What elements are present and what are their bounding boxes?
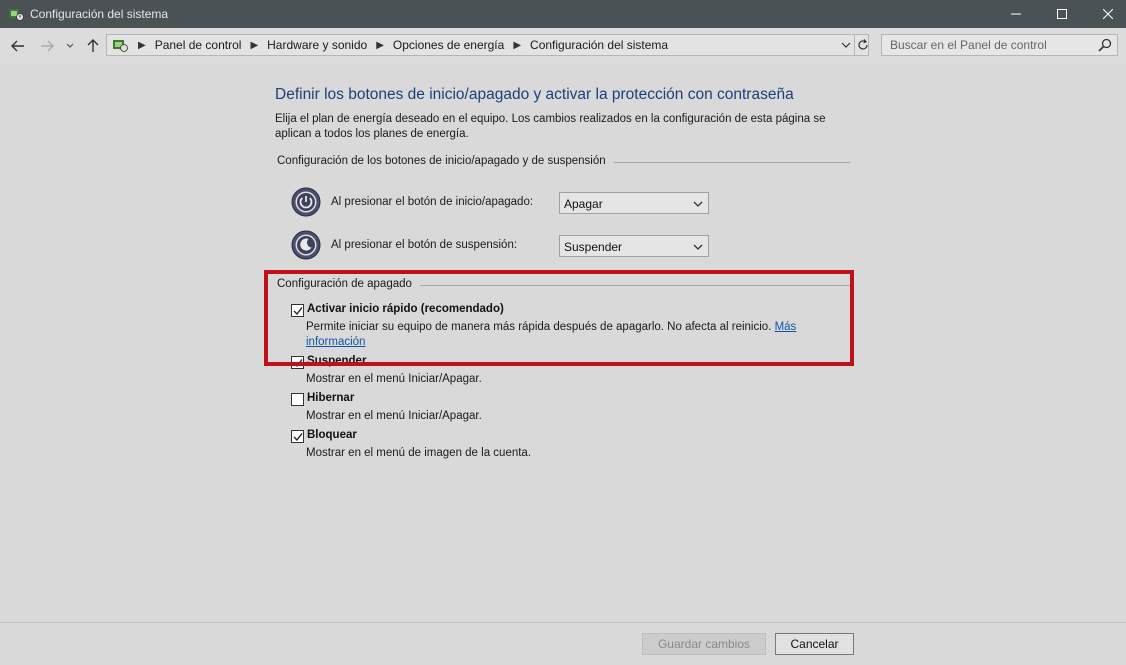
buttons-group-title: Configuración de los botones de inicio/a… (277, 155, 614, 167)
refresh-icon (857, 39, 868, 50)
search-box[interactable] (881, 34, 1118, 56)
sleep-menu-description: Mostrar en el menú Iniciar/Apagar. (306, 373, 482, 385)
breadcrumb-power-options[interactable]: Opciones de energía (393, 38, 504, 52)
control-panel-icon (113, 40, 128, 52)
fast-startup-checkbox[interactable] (291, 304, 304, 317)
search-icon[interactable] (1098, 38, 1112, 52)
chevron-down-icon (693, 244, 703, 250)
sleep-menu-label[interactable]: Suspender (307, 355, 366, 367)
footer-divider (0, 622, 1126, 623)
recent-locations-button[interactable] (63, 37, 77, 55)
lock-menu-checkbox[interactable] (291, 430, 304, 443)
sleep-button-action-select[interactable]: Suspender (559, 235, 709, 257)
shutdown-group-title: Configuración de apagado (277, 278, 420, 290)
more-info-link[interactable]: Más (775, 321, 797, 333)
fast-startup-label[interactable]: Activar inicio rápido (recomendado) (307, 303, 504, 315)
back-arrow-icon (11, 40, 24, 52)
fast-startup-description-text: Permite iniciar su equipo de manera más … (306, 321, 772, 333)
breadcrumb-separator-icon: ▶ (250, 39, 259, 51)
up-arrow-icon (87, 39, 99, 52)
checkmark-icon (293, 359, 303, 368)
sleep-menu-checkbox[interactable] (291, 356, 304, 369)
page-description: Elija el plan de energía deseado en el e… (275, 113, 826, 140)
lock-menu-description: Mostrar en el menú de imagen de la cuent… (306, 447, 532, 459)
minimize-icon (1011, 13, 1021, 15)
fast-startup-description-link-line: información (306, 335, 365, 350)
chevron-down-icon (693, 201, 703, 207)
forward-arrow-icon (41, 40, 54, 52)
lock-menu-label[interactable]: Bloquear (307, 429, 357, 441)
fast-startup-description: Permite iniciar su equipo de manera más … (306, 320, 826, 335)
hibernate-menu-checkbox[interactable] (291, 393, 304, 406)
hibernate-menu-description: Mostrar en el menú Iniciar/Apagar. (306, 410, 482, 422)
chevron-down-icon (66, 43, 74, 48)
up-button[interactable] (84, 37, 102, 55)
sleep-button-label: Al presionar el botón de suspensión: (331, 239, 518, 251)
window-title: Configuración del sistema (30, 7, 169, 21)
address-history-dropdown-icon[interactable] (839, 38, 853, 52)
power-options-icon (9, 9, 24, 21)
address-bar[interactable]: ▶ Panel de control ▶ Hardware y sonido ▶… (106, 34, 869, 56)
breadcrumb-hardware-sound[interactable]: Hardware y sonido (267, 38, 367, 52)
power-button-action-select[interactable]: Apagar (559, 192, 709, 214)
maximize-icon (1057, 9, 1067, 19)
power-button-icon (291, 187, 321, 217)
cancel-button[interactable]: Cancelar (775, 633, 854, 655)
title-bar: Configuración del sistema (0, 0, 1126, 28)
power-button-label: Al presionar el botón de inicio/apagado: (331, 196, 534, 208)
sleep-button-action-value: Suspender (564, 240, 623, 254)
breadcrumb-separator-icon: ▶ (138, 39, 146, 51)
refresh-button[interactable] (854, 35, 870, 55)
breadcrumb-separator-icon: ▶ (376, 39, 384, 51)
power-button-action-value: Apagar (564, 197, 603, 211)
page-title: Definir los botones de inicio/apagado y … (275, 86, 794, 103)
checkmark-icon (293, 307, 303, 316)
hibernate-menu-label[interactable]: Hibernar (307, 392, 354, 404)
close-icon (1103, 9, 1113, 19)
checkmark-icon (293, 433, 303, 442)
search-input[interactable] (890, 37, 1090, 53)
save-changes-button[interactable]: Guardar cambios (642, 633, 766, 655)
breadcrumb: ▶ Panel de control ▶ Hardware y sonido ▶… (107, 35, 668, 55)
back-button[interactable] (9, 37, 27, 55)
navigation-bar: ▶ Panel de control ▶ Hardware y sonido ▶… (0, 28, 1126, 64)
minimize-button[interactable] (993, 0, 1039, 28)
more-info-link-continued[interactable]: información (306, 336, 365, 348)
breadcrumb-control-panel[interactable]: Panel de control (155, 38, 242, 52)
forward-button[interactable] (38, 37, 56, 55)
close-button[interactable] (1085, 0, 1126, 28)
breadcrumb-separator-icon: ▶ (513, 39, 522, 51)
sleep-button-icon (291, 230, 321, 260)
maximize-button[interactable] (1039, 0, 1085, 28)
breadcrumb-system-settings[interactable]: Configuración del sistema (530, 38, 668, 52)
